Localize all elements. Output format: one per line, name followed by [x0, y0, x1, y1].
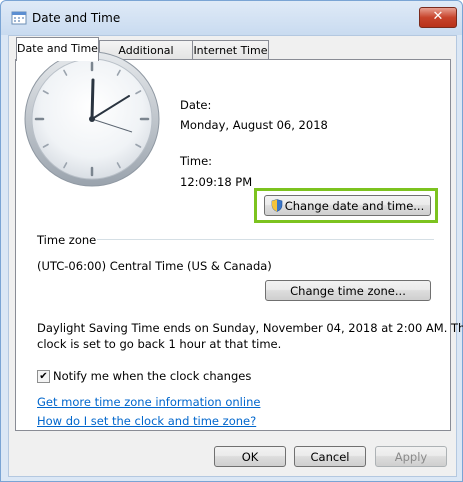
date-value: Monday, August 06, 2018: [180, 118, 328, 132]
window-title: Date and Time: [32, 11, 121, 25]
dst-notice-line-2: clock is set to go back 1 hour at that t…: [37, 337, 282, 351]
change-time-zone-button[interactable]: Change time zone...: [265, 280, 431, 301]
clock-app-icon: [11, 11, 27, 25]
tab-internet-time[interactable]: Internet Time: [192, 40, 269, 60]
section-divider: [97, 239, 434, 240]
date-and-time-dialog: Date and Time ✕ Date and Time Additional…: [0, 0, 463, 482]
cancel-button[interactable]: Cancel: [294, 446, 366, 467]
more-info-link[interactable]: Get more time zone information online: [37, 395, 260, 409]
checkmark-icon: ✔: [39, 371, 48, 382]
tab-date-and-time[interactable]: Date and Time: [16, 37, 99, 61]
close-button[interactable]: ✕: [419, 7, 457, 28]
how-to-link[interactable]: How do I set the clock and time zone?: [37, 414, 256, 428]
notify-checkbox[interactable]: ✔: [37, 370, 50, 383]
time-zone-heading: Time zone: [37, 233, 97, 247]
ok-button[interactable]: OK: [214, 446, 286, 467]
analog-clock: [24, 51, 160, 187]
time-value: 12:09:18 PM: [180, 175, 253, 189]
title-bar[interactable]: Date and Time ✕: [1, 1, 462, 35]
change-date-time-button[interactable]: Change date and time...: [264, 195, 431, 216]
uac-shield-icon: [271, 199, 283, 212]
time-zone-value: (UTC-06:00) Central Time (US & Canada): [37, 259, 272, 273]
dst-notice-line-1: Daylight Saving Time ends on Sunday, Nov…: [37, 321, 463, 335]
date-label: Date:: [180, 98, 212, 112]
apply-button[interactable]: Apply: [375, 446, 447, 467]
close-icon: ✕: [432, 9, 444, 24]
change-date-time-label: Change date and time...: [284, 199, 425, 213]
notify-label[interactable]: Notify me when the clock changes: [53, 369, 251, 383]
time-label: Time:: [180, 154, 213, 168]
